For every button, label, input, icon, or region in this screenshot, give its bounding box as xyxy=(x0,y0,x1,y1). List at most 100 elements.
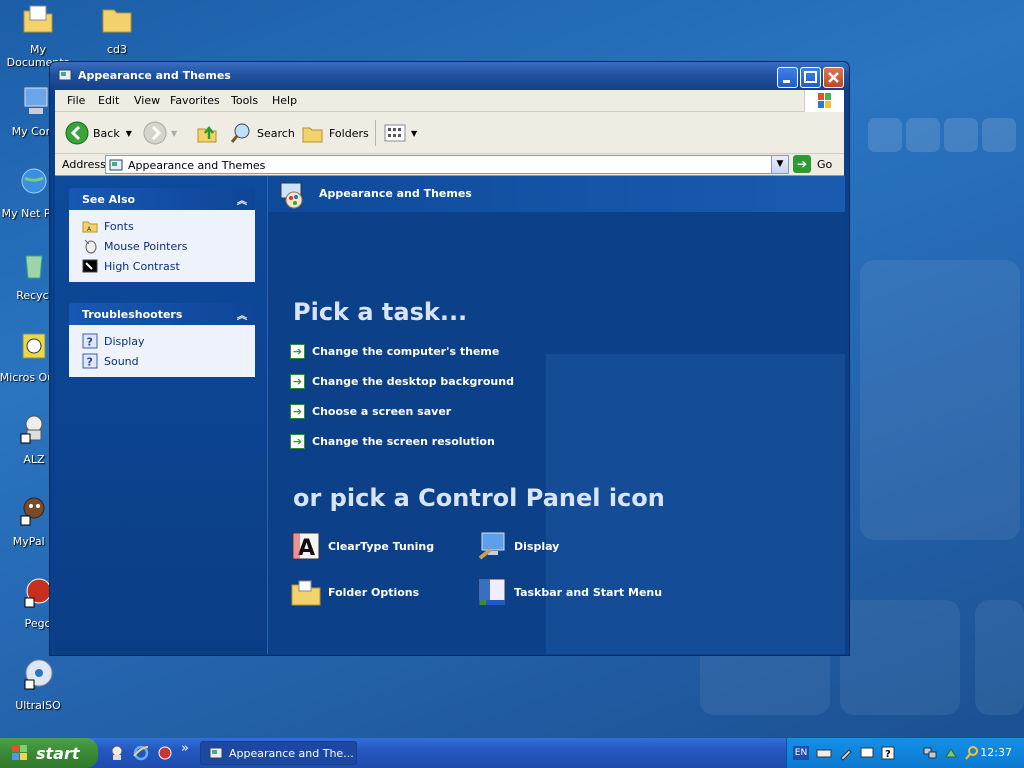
documents-folder-icon xyxy=(23,5,53,33)
menu-file[interactable]: File xyxy=(67,94,85,107)
address-bar: Address Appearance and Themes ▼ ➔ Go xyxy=(55,154,844,176)
language-indicator[interactable]: EN xyxy=(793,746,809,760)
control-panel-small-icon xyxy=(109,159,123,171)
link-sound-troubleshooter[interactable]: ? Sound xyxy=(82,351,255,371)
cp-display[interactable]: Display xyxy=(476,530,559,562)
address-label: Address xyxy=(62,158,106,171)
cp-cleartype-tuning[interactable]: A ClearType Tuning xyxy=(290,530,434,562)
search-icon[interactable] xyxy=(964,745,980,761)
internet-explorer-icon[interactable] xyxy=(133,745,149,761)
pick-task-heading: Pick a task... xyxy=(293,298,468,326)
link-mouse-pointers-label: Mouse Pointers xyxy=(104,239,188,253)
windows-flag-icon xyxy=(818,93,831,108)
task-screen-saver[interactable]: ➔ Choose a screen saver xyxy=(290,404,451,419)
keyboard-icon[interactable] xyxy=(816,745,832,761)
quicklaunch-overflow-icon[interactable]: » xyxy=(181,741,197,757)
folders-icon xyxy=(302,127,323,143)
link-fonts-label: Fonts xyxy=(104,219,134,233)
folders-button[interactable]: Folders xyxy=(301,120,369,146)
collapse-chevron-icon[interactable]: ︽ xyxy=(237,192,247,207)
link-fonts[interactable]: A Fonts xyxy=(82,216,255,236)
troubleshooters-header[interactable]: Troubleshooters ︽ xyxy=(69,303,255,325)
help-icon: ? xyxy=(82,333,98,349)
close-icon xyxy=(828,72,839,83)
clock[interactable]: 12:37 xyxy=(980,746,1012,759)
menu-help[interactable]: Help xyxy=(272,94,297,107)
address-dropdown-button[interactable]: ▼ xyxy=(771,156,788,173)
link-sound-label: Sound xyxy=(104,354,139,368)
menu-bar: File Edit View Favorites Tools Help xyxy=(55,90,844,112)
task-screen-resolution[interactable]: ➔ Change the screen resolution xyxy=(290,434,495,449)
system-tray: EN ? 12:37 xyxy=(786,738,1024,768)
cp-icon-label: Display xyxy=(514,539,560,553)
mypal-shortcut-icon xyxy=(20,497,45,526)
network-globe-icon xyxy=(21,168,47,194)
pick-icon-heading: or pick a Control Panel icon xyxy=(293,484,665,512)
back-button[interactable]: Back ▼ xyxy=(65,120,132,146)
go-button[interactable]: ➔ Go xyxy=(793,155,832,173)
computer-icon xyxy=(24,87,48,114)
task-change-background[interactable]: ➔ Change the desktop background xyxy=(290,374,514,389)
svg-text:A: A xyxy=(298,536,315,561)
safely-remove-icon[interactable] xyxy=(943,745,959,761)
menu-favorites[interactable]: Favorites xyxy=(170,94,220,107)
back-label: Back xyxy=(93,126,120,140)
toolbar-separator xyxy=(375,120,376,146)
svg-text:?: ? xyxy=(87,356,93,369)
desktop-icon-cd3[interactable]: cd3 xyxy=(79,2,155,56)
quicklaunch-app-icon[interactable] xyxy=(157,745,173,761)
menu-tools[interactable]: Tools xyxy=(231,94,258,107)
views-grid-icon xyxy=(384,124,406,142)
speech-icon[interactable] xyxy=(859,745,875,761)
taskbar: start » Appearance and The... EN ? 12:37 xyxy=(0,738,1024,768)
back-dropdown-icon[interactable]: ▼ xyxy=(126,129,132,138)
menu-edit[interactable]: Edit xyxy=(98,94,119,107)
collapse-chevron-icon[interactable]: ︽ xyxy=(237,307,247,322)
recycle-bin-icon xyxy=(25,255,43,279)
task-arrow-icon: ➔ xyxy=(290,434,305,449)
task-arrow-icon: ➔ xyxy=(290,374,305,389)
troubleshooters-title: Troubleshooters xyxy=(82,308,183,321)
task-change-theme[interactable]: ➔ Change the computer's theme xyxy=(290,344,499,359)
forward-dropdown-icon[interactable]: ▼ xyxy=(171,129,177,138)
address-field[interactable]: Appearance and Themes ▼ xyxy=(105,155,789,174)
desktop-icon-my-documents[interactable]: My Documents xyxy=(0,2,76,69)
quicklaunch-alz-icon[interactable] xyxy=(109,745,125,761)
go-label: Go xyxy=(817,157,833,171)
forward-button[interactable]: ▼ xyxy=(143,120,177,146)
close-button[interactable] xyxy=(823,67,844,88)
taskbar-window-button[interactable]: Appearance and The... xyxy=(200,741,357,765)
taskbar-start-menu-icon xyxy=(478,578,506,605)
forward-arrow-icon xyxy=(143,121,167,145)
alz-shortcut-icon xyxy=(20,415,43,444)
maximize-button[interactable] xyxy=(800,67,821,88)
search-label: Search xyxy=(257,126,295,140)
window-titlebar[interactable]: Appearance and Themes xyxy=(50,62,849,90)
help-icon[interactable]: ? xyxy=(880,745,896,761)
see-also-header[interactable]: See Also ︽ xyxy=(69,188,255,210)
up-folder-icon xyxy=(197,125,217,143)
up-folder-button[interactable] xyxy=(195,120,223,146)
link-mouse-pointers[interactable]: Mouse Pointers xyxy=(82,236,255,256)
network-icon[interactable] xyxy=(922,745,938,761)
search-icon xyxy=(230,123,250,143)
link-display-troubleshooter[interactable]: ? Display xyxy=(82,331,255,351)
desktop-icon-ultraiso[interactable]: UltraISO xyxy=(0,658,76,712)
appearance-themes-icon xyxy=(280,182,303,209)
help-icon: ? xyxy=(82,353,98,369)
views-dropdown-icon[interactable]: ▼ xyxy=(411,129,417,138)
folder-options-icon xyxy=(291,580,321,606)
minimize-button[interactable] xyxy=(777,67,798,88)
task-label: Choose a screen saver xyxy=(312,405,452,418)
mouse-icon xyxy=(84,239,97,254)
cp-icon-label: Taskbar and Start Menu xyxy=(514,585,663,599)
views-button[interactable]: ▼ xyxy=(383,120,417,146)
back-arrow-icon xyxy=(65,121,89,145)
cp-taskbar-start-menu[interactable]: Taskbar and Start Menu xyxy=(476,576,662,608)
start-button[interactable]: start xyxy=(0,738,98,768)
link-high-contrast[interactable]: High Contrast xyxy=(82,256,255,276)
cp-folder-options[interactable]: Folder Options xyxy=(290,576,419,608)
menu-view[interactable]: View xyxy=(134,94,160,107)
pen-icon[interactable] xyxy=(838,745,854,761)
search-button[interactable]: Search xyxy=(229,120,295,146)
